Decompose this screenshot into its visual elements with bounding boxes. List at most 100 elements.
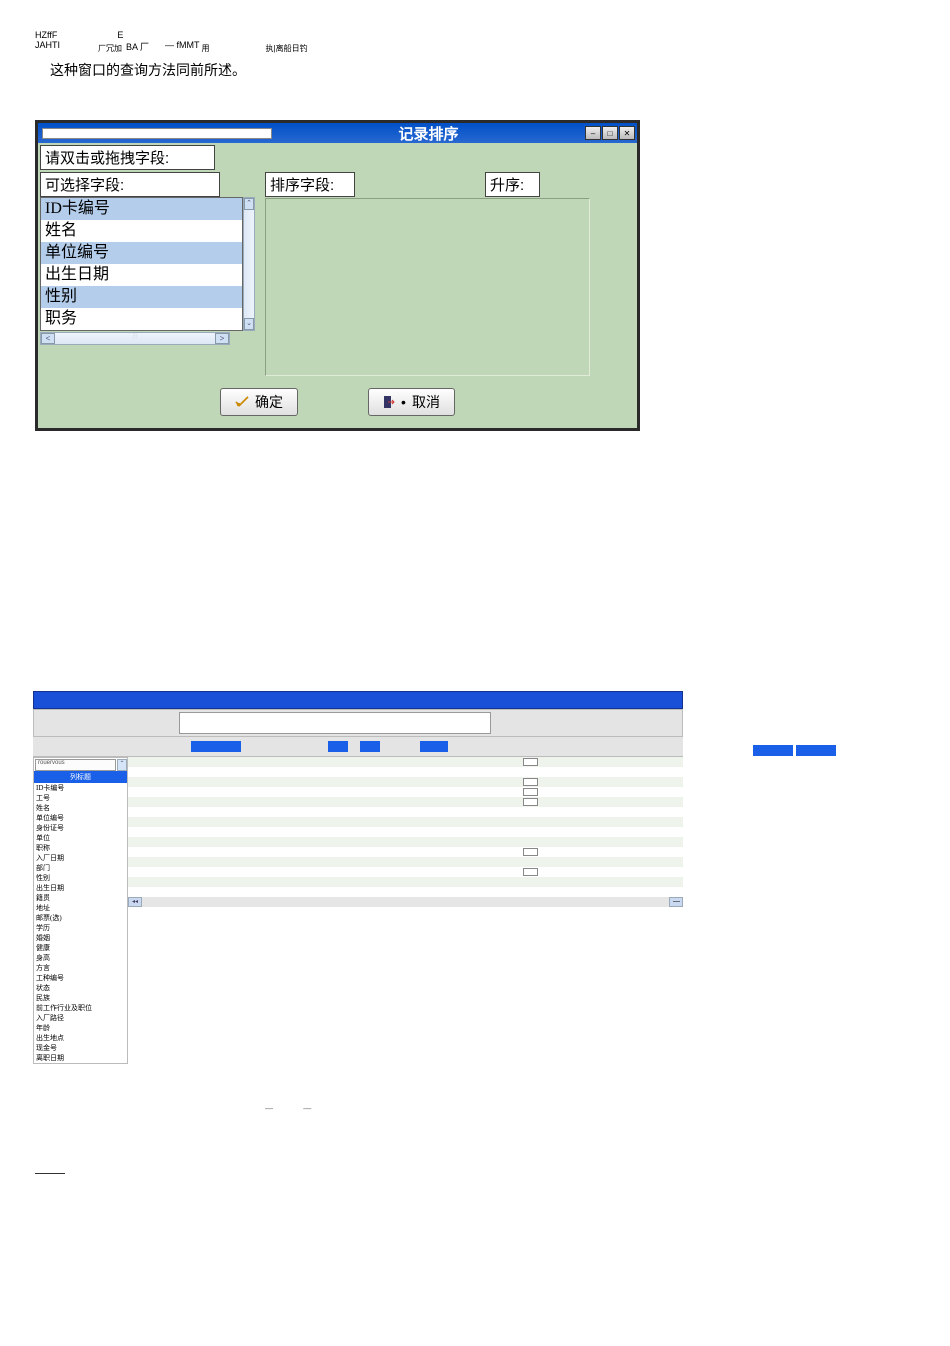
toolbar-search-field[interactable]	[179, 712, 491, 734]
side-field-item[interactable]: 方言	[34, 963, 127, 973]
side-field-item[interactable]: 姓名	[34, 803, 127, 813]
cancel-label: 取消	[412, 392, 440, 412]
available-field-item[interactable]: 姓名	[41, 220, 242, 242]
top-label-2c: BA 厂	[126, 40, 149, 54]
scroll-left-arrow-icon[interactable]: <	[41, 333, 55, 344]
side-field-item[interactable]: 入厂路径	[34, 1013, 127, 1023]
scroll-h-track[interactable]: ⫶⫶⫶	[55, 333, 215, 344]
list-scrollbar-horizontal[interactable]: < ⫶⫶⫶ >	[40, 332, 230, 345]
side-field-item[interactable]: 性别	[34, 873, 127, 883]
grid-row[interactable]	[128, 827, 683, 837]
grid-row[interactable]	[128, 757, 683, 767]
grid-row[interactable]	[128, 887, 683, 897]
sort-fields-label: 排序字段:	[265, 172, 355, 197]
row-checkbox[interactable]	[523, 848, 538, 856]
top-label-2b: 厂冗加	[98, 43, 122, 54]
title-input-bar[interactable]	[42, 128, 272, 139]
side-field-item[interactable]: 单位编号	[34, 813, 127, 823]
side-field-item[interactable]: 学历	[34, 923, 127, 933]
available-fields-label: 可选择字段:	[40, 172, 220, 197]
cancel-door-icon	[383, 395, 395, 409]
side-field-item[interactable]: 民族	[34, 993, 127, 1003]
minimize-button[interactable]: –	[585, 126, 601, 140]
side-field-item[interactable]: 离职日期	[34, 1053, 127, 1063]
top-label-1b: E	[117, 30, 123, 40]
instruction-label: 请双击或拖拽字段:	[40, 145, 215, 170]
side-field-item[interactable]: 出生地点	[34, 1033, 127, 1043]
side-field-item[interactable]: 婚姻	[34, 933, 127, 943]
side-field-item[interactable]: 工号	[34, 793, 127, 803]
side-field-item[interactable]: 邮票(选)	[34, 913, 127, 923]
win2-tab-strip	[33, 737, 683, 757]
grid-row[interactable]	[128, 817, 683, 827]
grid-row[interactable]	[128, 777, 683, 787]
row-checkbox[interactable]	[523, 798, 538, 806]
available-field-item[interactable]: 出生日期	[41, 264, 242, 286]
grid-row[interactable]	[128, 767, 683, 777]
grid-row[interactable]	[128, 867, 683, 877]
footnote-rule	[35, 1173, 65, 1174]
sort-fields-panel[interactable]	[265, 198, 590, 376]
cancel-button[interactable]: • 取消	[368, 388, 455, 416]
available-field-item[interactable]: 性别	[41, 286, 242, 308]
side-field-item[interactable]: 单位	[34, 833, 127, 843]
close-button[interactable]: ✕	[619, 126, 635, 140]
grid-row[interactable]	[128, 787, 683, 797]
win2-titlebar[interactable]	[33, 691, 683, 709]
grid-row[interactable]	[128, 797, 683, 807]
side-field-item[interactable]: 身份证号	[34, 823, 127, 833]
win2-tab-r2[interactable]	[796, 745, 836, 756]
side-field-item[interactable]: 职称	[34, 843, 127, 853]
available-field-item[interactable]: ID卡编号	[41, 198, 242, 220]
side-field-item[interactable]: 籍贯	[34, 893, 127, 903]
side-field-item[interactable]: 前工作行业及职位	[34, 1003, 127, 1013]
grid-scroll-right-icon[interactable]: ―	[669, 897, 683, 907]
grid-row[interactable]	[128, 807, 683, 817]
available-fields-list[interactable]: ID卡编号姓名单位编号出生日期性别职务	[40, 197, 243, 331]
side-search-box[interactable]: rouervous	[35, 759, 116, 771]
ascending-label: 升序:	[485, 172, 540, 197]
row-checkbox[interactable]	[523, 788, 538, 796]
grid-row[interactable]	[128, 837, 683, 847]
scroll-up-arrow-icon[interactable]: ⌃	[244, 198, 254, 210]
row-checkbox[interactable]	[523, 758, 538, 766]
side-field-item[interactable]: 现金号	[34, 1043, 127, 1053]
grid-row[interactable]	[128, 857, 683, 867]
data-grid[interactable]: ◂◂ ―	[128, 757, 683, 1064]
sort-dialog: 记录排序 – □ ✕ 请双击或拖拽字段: 可选择字段: ID卡编号姓名单位编号出…	[35, 120, 640, 431]
field-side-panel: rouervous ⌃ 列标题 ID卡编号工号姓名单位编号身份证号单位职称入厂日…	[33, 757, 128, 1064]
available-field-item[interactable]: 职务	[41, 308, 242, 330]
available-field-item[interactable]: 单位编号	[41, 242, 242, 264]
side-field-item[interactable]: 工种编号	[34, 973, 127, 983]
dialog-title: 记录排序	[272, 123, 585, 144]
grid-row[interactable]	[128, 877, 683, 887]
win2-tab-3[interactable]	[360, 741, 380, 752]
side-field-item[interactable]: ID卡编号	[34, 783, 127, 793]
win2-tab-2[interactable]	[328, 741, 348, 752]
grid-scrollbar-horizontal[interactable]: ◂◂ ―	[128, 897, 683, 907]
side-field-item[interactable]: 部门	[34, 863, 127, 873]
dialog-titlebar[interactable]: 记录排序 – □ ✕	[38, 123, 637, 143]
scroll-right-arrow-icon[interactable]: >	[215, 333, 229, 344]
ok-button[interactable]: 确定	[220, 388, 298, 416]
side-field-item[interactable]: 地址	[34, 903, 127, 913]
win2-tab-4[interactable]	[420, 741, 448, 752]
row-checkbox[interactable]	[523, 868, 538, 876]
list-scrollbar-vertical[interactable]: ⌃ ⌄	[243, 197, 255, 331]
top-label-2e: 用	[202, 43, 210, 54]
side-field-item[interactable]: 状态	[34, 983, 127, 993]
ok-icon	[235, 396, 249, 408]
scroll-down-arrow-icon[interactable]: ⌄	[244, 318, 254, 330]
side-field-item[interactable]: 身高	[34, 953, 127, 963]
side-field-item[interactable]: 年龄	[34, 1023, 127, 1033]
side-field-item[interactable]: 健康	[34, 943, 127, 953]
side-scroll-up-icon[interactable]: ⌃	[117, 759, 127, 771]
win2-tab-r1[interactable]	[753, 745, 793, 756]
row-checkbox[interactable]	[523, 778, 538, 786]
grid-row[interactable]	[128, 847, 683, 857]
maximize-button[interactable]: □	[602, 126, 618, 140]
win2-tab-1[interactable]	[191, 741, 241, 752]
side-field-item[interactable]: 出生日期	[34, 883, 127, 893]
grid-scroll-left-icon[interactable]: ◂◂	[128, 897, 142, 907]
side-field-item[interactable]: 入厂日期	[34, 853, 127, 863]
